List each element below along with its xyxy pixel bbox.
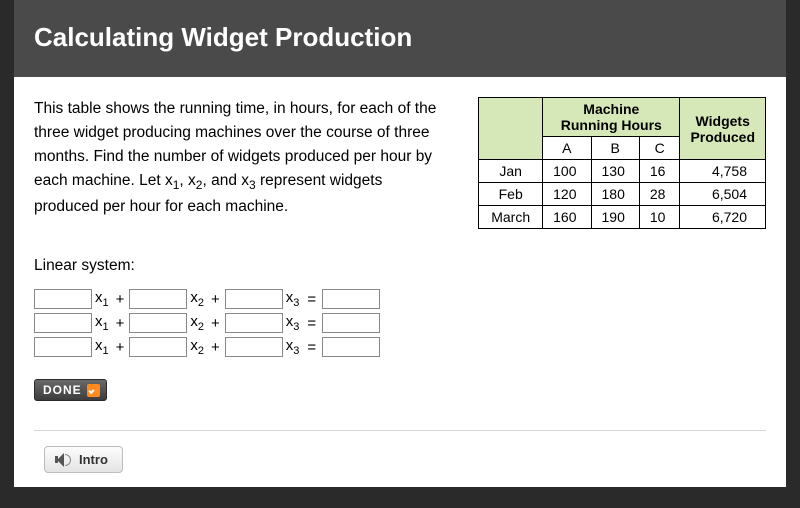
coef-input[interactable] (34, 313, 92, 333)
problem-text: This table shows the running time, in ho… (34, 97, 448, 219)
table-header-machines: Machine Running Hours (543, 98, 680, 137)
result-input[interactable] (322, 337, 380, 357)
check-icon (87, 384, 100, 397)
equation-row: x1+x2+x3= (34, 337, 766, 357)
page-title: Calculating Widget Production (14, 0, 786, 77)
variable-label: x1 (95, 313, 109, 333)
variable-label: x2 (190, 337, 204, 357)
coef-input[interactable] (34, 337, 92, 357)
variable-label: x3 (286, 289, 300, 309)
coef-input[interactable] (225, 313, 283, 333)
variable-label: x2 (190, 289, 204, 309)
variable-label: x3 (286, 313, 300, 333)
table-row: Jan 100 130 16 4,758 (479, 160, 766, 183)
divider (34, 430, 766, 431)
equation-block: x1+x2+x3= x1+x2+x3= x1+x2+x3= (34, 289, 766, 357)
coef-input[interactable] (129, 313, 187, 333)
table-row: March 160 190 10 6,720 (479, 206, 766, 229)
content-panel: This table shows the running time, in ho… (14, 77, 786, 487)
variable-label: x3 (286, 337, 300, 357)
coef-input[interactable] (225, 289, 283, 309)
coef-input[interactable] (129, 337, 187, 357)
linear-system-label: Linear system: (34, 257, 766, 275)
coef-input[interactable] (129, 289, 187, 309)
col-C: C (639, 137, 680, 160)
coef-input[interactable] (34, 289, 92, 309)
col-B: B (591, 137, 639, 160)
table-header-widgets: Widgets Produced (680, 98, 766, 160)
col-A: A (543, 137, 591, 160)
equation-row: x1+x2+x3= (34, 289, 766, 309)
intro-button[interactable]: Intro (44, 446, 123, 473)
coef-input[interactable] (225, 337, 283, 357)
done-button[interactable]: DONE (34, 379, 107, 401)
result-input[interactable] (322, 289, 380, 309)
result-input[interactable] (322, 313, 380, 333)
variable-label: x2 (190, 313, 204, 333)
table-row: Feb 120 180 28 6,504 (479, 183, 766, 206)
equation-row: x1+x2+x3= (34, 313, 766, 333)
variable-label: x1 (95, 289, 109, 309)
variable-label: x1 (95, 337, 109, 357)
speaker-icon (55, 453, 71, 467)
data-table: Machine Running Hours Widgets Produced A… (478, 97, 766, 229)
